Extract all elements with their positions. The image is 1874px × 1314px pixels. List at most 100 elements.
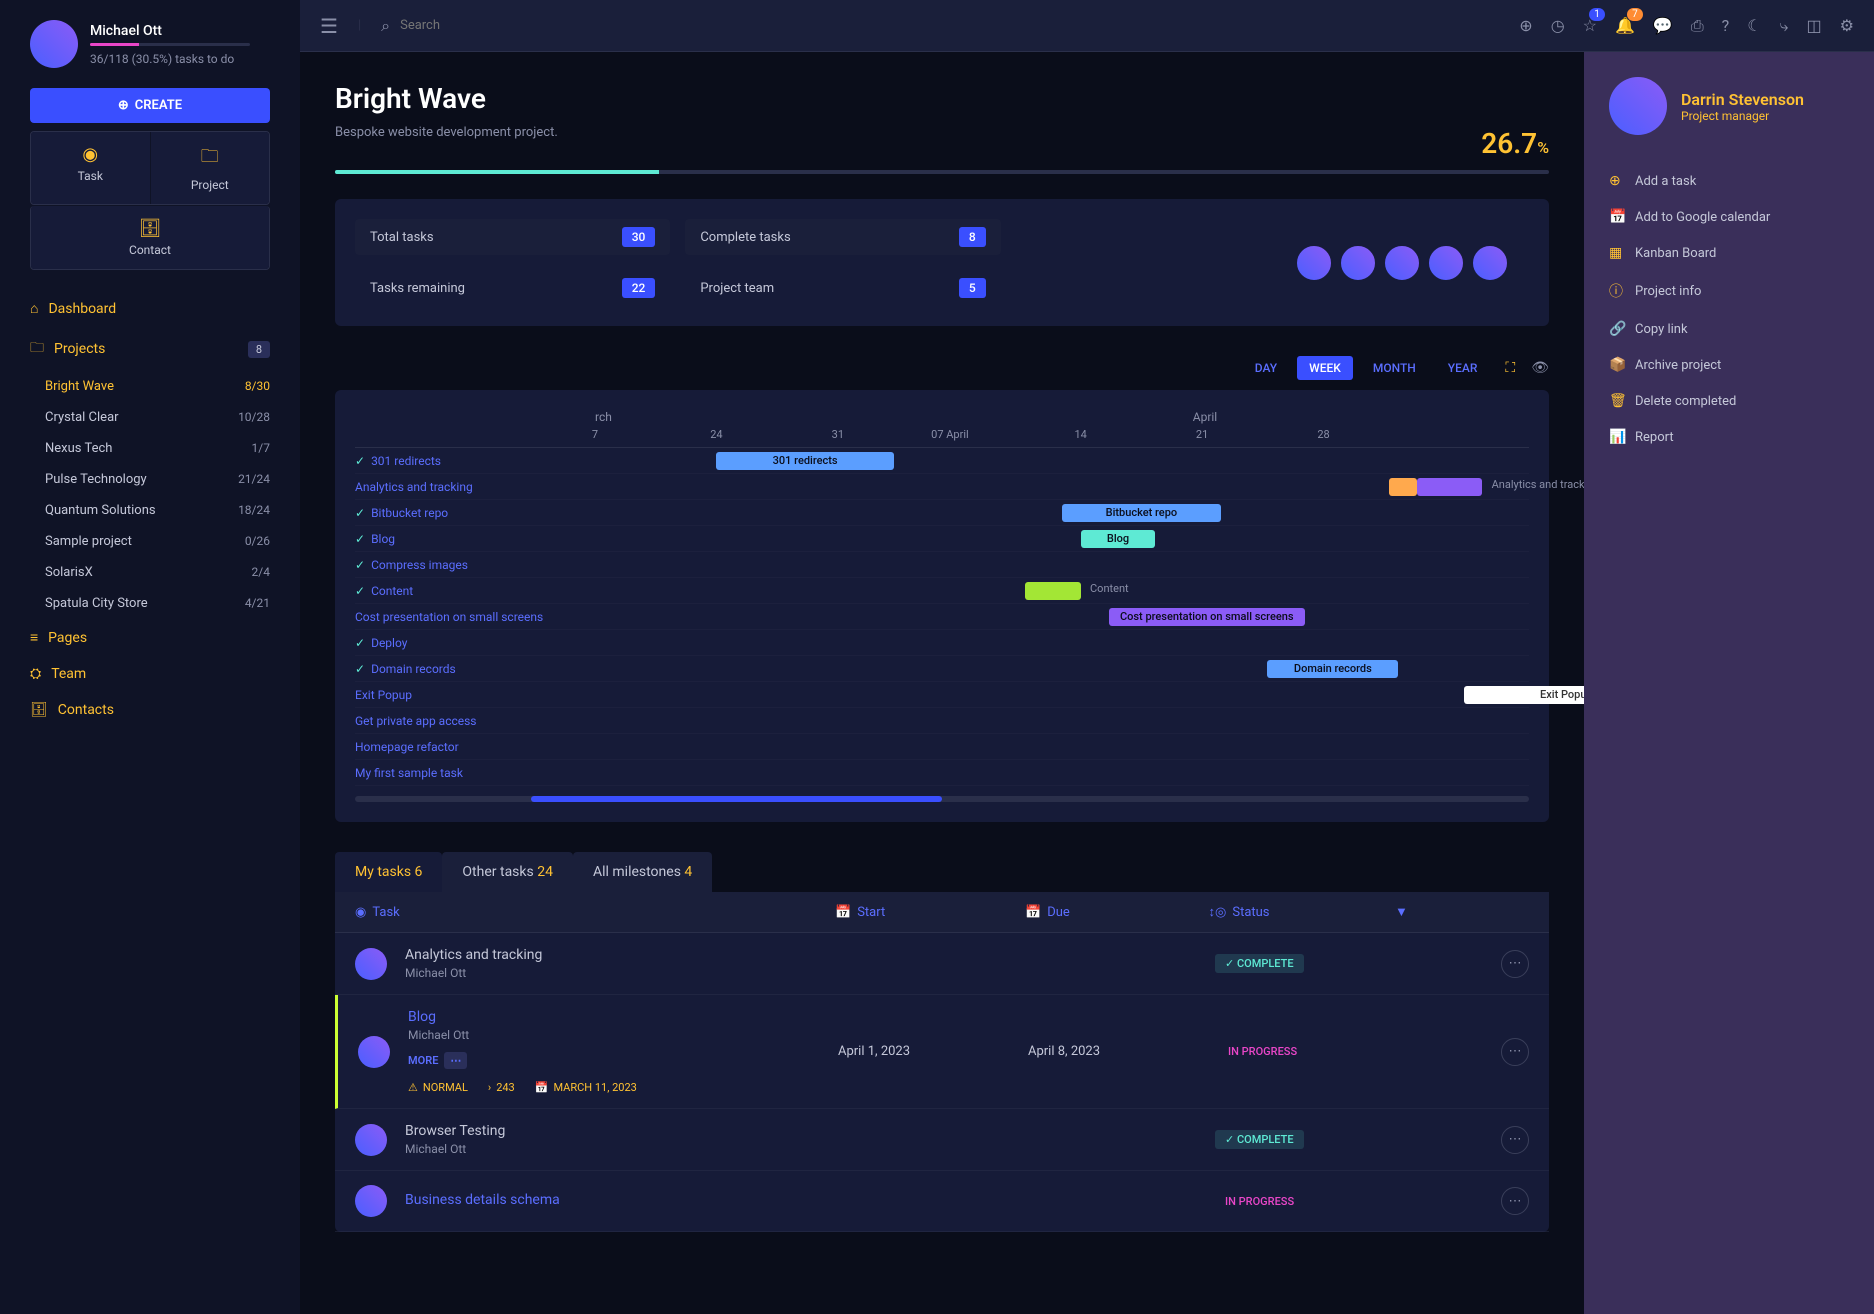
- filter-icon[interactable]: ▼: [1395, 904, 1408, 920]
- tab-other-tasks[interactable]: Other tasks 24: [442, 852, 573, 892]
- user-profile[interactable]: Michael Ott 36/118 (30.5%) tasks to do: [0, 20, 300, 88]
- task-row[interactable]: Browser Testing Michael Ott ✓ COMPLETE ⋯: [335, 1109, 1549, 1171]
- avatar[interactable]: [1383, 244, 1421, 282]
- panel-user-role: Project manager: [1681, 109, 1804, 123]
- panel-menu-item[interactable]: 📦Archive project: [1609, 349, 1849, 381]
- help-icon[interactable]: ?: [1722, 16, 1730, 35]
- project-item[interactable]: Spatula City Store4/21: [30, 588, 285, 619]
- fullscreen-icon[interactable]: ⛶: [1505, 360, 1515, 376]
- timeline-task-row[interactable]: Exit PopupExit Popup: [355, 682, 1529, 708]
- view-day[interactable]: DAY: [1243, 356, 1289, 380]
- plus-circle-icon: ⊕: [118, 98, 129, 113]
- nav-projects[interactable]: 🗀Projects 8: [15, 327, 285, 371]
- create-button[interactable]: ⊕ CREATE: [30, 88, 270, 123]
- check-icon: ✓: [355, 454, 365, 468]
- nav-pages[interactable]: ≡Pages: [15, 619, 285, 656]
- project-progress: [335, 170, 1549, 174]
- status-badge: IN PROGRESS: [1215, 1192, 1304, 1211]
- project-item[interactable]: SolarisX2/4: [30, 557, 285, 588]
- nav-dashboard[interactable]: ⌂Dashboard: [15, 290, 285, 327]
- check-icon: ✓: [355, 532, 365, 546]
- panel-menu-item[interactable]: ⊕Add a task: [1609, 165, 1849, 197]
- task-row[interactable]: Blog Michael Ott MORE ⋯ ⚠NORMAL ›243 📅MA…: [335, 995, 1549, 1109]
- stats-panel: Total tasks30 Complete tasks8 Tasks rema…: [335, 199, 1549, 326]
- tab-my-tasks[interactable]: My tasks 6: [335, 852, 442, 892]
- panel-menu-item[interactable]: 🔗Copy link: [1609, 313, 1849, 345]
- nav-contacts[interactable]: 🗄Contacts: [15, 692, 285, 728]
- check-circle-icon: ◉: [43, 144, 138, 165]
- more-actions[interactable]: ⋯: [1501, 1126, 1529, 1154]
- bell-icon[interactable]: 🔔7: [1615, 16, 1635, 35]
- nav-team[interactable]: ⛭Team: [15, 656, 285, 692]
- create-contact[interactable]: 🗄 Contact: [31, 206, 269, 269]
- panel-menu-item[interactable]: 🗑Delete completed: [1609, 385, 1849, 417]
- visibility-icon[interactable]: 👁: [1531, 360, 1549, 376]
- globe-icon[interactable]: ⊕: [1519, 16, 1532, 35]
- search-input[interactable]: [400, 18, 1499, 33]
- status-badge: ✓ COMPLETE: [1215, 954, 1304, 973]
- timeline-task-row[interactable]: ✓Bitbucket repoBitbucket repo: [355, 500, 1529, 526]
- moon-icon[interactable]: ☾: [1747, 16, 1761, 35]
- project-item[interactable]: Bright Wave8/30: [30, 371, 285, 402]
- panel-menu-item[interactable]: ⓘProject info: [1609, 273, 1849, 309]
- chat-icon[interactable]: 💬: [1653, 16, 1673, 35]
- task-row[interactable]: Business details schema IN PROGRESS ⋯: [335, 1171, 1549, 1232]
- panel-menu-item[interactable]: 📊Report: [1609, 421, 1849, 453]
- timeline-task-row[interactable]: Homepage refactor: [355, 734, 1529, 760]
- print-icon[interactable]: ⎙: [1691, 16, 1704, 36]
- star-icon[interactable]: ☆1: [1583, 16, 1597, 35]
- status-badge: ✓ COMPLETE: [1215, 1130, 1304, 1149]
- hamburger-icon[interactable]: ☰: [320, 14, 338, 38]
- timeline-controls: DAY WEEK MONTH YEAR ⛶ 👁: [335, 356, 1549, 380]
- panel-icon[interactable]: ◫: [1807, 16, 1822, 35]
- folder-icon: 🗀: [163, 144, 258, 174]
- clock-icon[interactable]: ◷: [1551, 16, 1565, 35]
- timeline-task-row[interactable]: ✓Deploy: [355, 630, 1529, 656]
- avatar[interactable]: [1339, 244, 1377, 282]
- timeline-task-row[interactable]: Analytics and trackingAnalytics and trac…: [355, 474, 1529, 500]
- project-percentage: 26.7%: [1481, 127, 1549, 160]
- timeline-task-row[interactable]: My first sample task: [355, 760, 1529, 786]
- timeline-task-row[interactable]: ✓BlogBlog: [355, 526, 1529, 552]
- user-avatar: [30, 20, 78, 68]
- project-item[interactable]: Crystal Clear10/28: [30, 402, 285, 433]
- more-actions[interactable]: ⋯: [1501, 1038, 1529, 1066]
- timeline-task-row[interactable]: ✓301 redirects301 redirects: [355, 448, 1529, 474]
- gear-icon[interactable]: ⚙: [1840, 16, 1854, 35]
- projects-count: 8: [248, 341, 270, 358]
- panel-menu-item[interactable]: ▦Kanban Board: [1609, 237, 1849, 269]
- project-item[interactable]: Quantum Solutions18/24: [30, 495, 285, 526]
- view-week[interactable]: WEEK: [1297, 356, 1353, 380]
- more-actions[interactable]: ⋯: [1501, 950, 1529, 978]
- avatar: [355, 948, 387, 980]
- check-icon: ✓: [355, 636, 365, 650]
- tab-milestones[interactable]: All milestones 4: [573, 852, 712, 892]
- avatar[interactable]: [1427, 244, 1465, 282]
- timeline-task-row[interactable]: ✓Domain recordsDomain records: [355, 656, 1529, 682]
- timeline-scrollbar[interactable]: [355, 796, 1529, 802]
- task-row[interactable]: Analytics and tracking Michael Ott ✓ COM…: [335, 933, 1549, 995]
- panel-menu-item[interactable]: 📅Add to Google calendar: [1609, 201, 1849, 233]
- more-button[interactable]: MORE ⋯: [408, 1052, 467, 1069]
- caret-icon: ›: [488, 1081, 491, 1094]
- project-item[interactable]: Sample project0/26: [30, 526, 285, 557]
- view-year[interactable]: YEAR: [1436, 356, 1490, 380]
- more-actions[interactable]: ⋯: [1501, 1187, 1529, 1215]
- create-project[interactable]: 🗀 Project: [151, 132, 270, 204]
- user-progress: [90, 43, 250, 46]
- timeline-task-row[interactable]: Cost presentation on small screensCost p…: [355, 604, 1529, 630]
- avatar[interactable]: [1471, 244, 1509, 282]
- timeline-task-row[interactable]: ✓ContentContent: [355, 578, 1529, 604]
- project-item[interactable]: Nexus Tech1/7: [30, 433, 285, 464]
- project-item[interactable]: Pulse Technology21/24: [30, 464, 285, 495]
- search-box[interactable]: ⌕: [381, 16, 1499, 36]
- logout-icon[interactable]: ⤷: [1780, 16, 1789, 36]
- timeline-task-row[interactable]: ✓Compress images: [355, 552, 1529, 578]
- avatar[interactable]: [1295, 244, 1333, 282]
- create-task[interactable]: ◉ Task: [31, 132, 150, 204]
- menu-icon: 📊: [1609, 429, 1625, 445]
- task-tabs: My tasks 6 Other tasks 24 All milestones…: [335, 852, 1549, 892]
- timeline-task-row[interactable]: Get private app access: [355, 708, 1529, 734]
- view-month[interactable]: MONTH: [1361, 356, 1428, 380]
- project-title: Bright Wave: [335, 82, 558, 115]
